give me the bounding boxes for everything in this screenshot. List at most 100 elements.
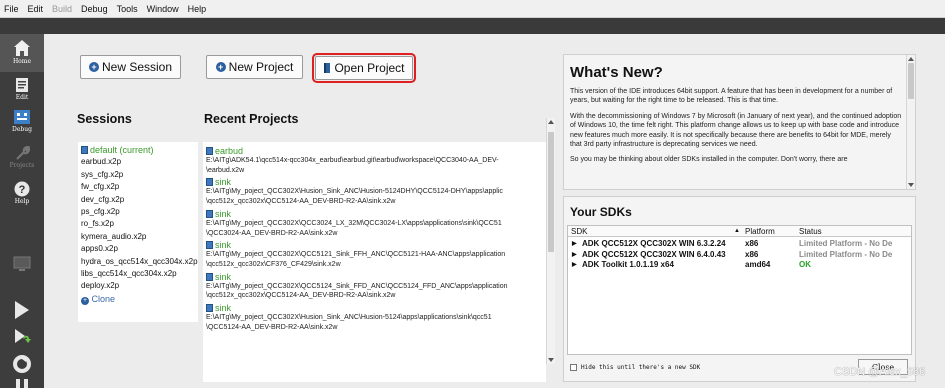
session-item[interactable]: dev_cfg.x2p [78,195,198,207]
recent-project-item[interactable]: sink E:\AITg\My_poject_QCC302X\QCC3024_L… [206,209,546,238]
whats-new-paragraph: So you may be thinking about older SDKs … [570,156,848,164]
extra-toolbar-button[interactable] [0,379,44,388]
sdk-platform: x86 [745,249,759,259]
mode-edit[interactable]: Edit [0,74,44,104]
expand-arrow-icon[interactable]: ▶ [572,251,577,258]
run-button[interactable] [0,300,44,322]
recent-project-path: E:\AITg\My_poject_QCC302X\Husion_Sink_AN… [206,188,503,196]
recent-project-name: sink [215,208,232,219]
mode-edit-label: Edit [15,94,29,101]
session-item[interactable]: libs_qcc514x_qcc304x.x2p [78,269,198,281]
session-item[interactable]: deploy.x2p [78,281,198,293]
col-platform[interactable]: Platform [745,227,775,236]
recent-project-item[interactable]: sink E:\AITg\My_poject_QCC302X\QCC5121_S… [206,240,546,269]
sdk-row[interactable]: ▶ ADK Toolkit 1.0.1.19 x64 amd64 OK [568,260,911,271]
open-project-button[interactable]: Open Project [312,53,416,83]
mode-debug[interactable]: Debug [0,106,44,136]
mode-help-label: Help [14,198,30,205]
recent-project-path: \QCC3024-AA_DEV-BRD-R2-AA\sink.x2w [206,229,338,237]
col-sdk[interactable]: SDK [571,227,587,236]
recent-projects-scrollbar[interactable] [546,118,555,364]
plus-icon: + [215,62,226,72]
sdk-table: SDK ▲ Platform Status ▶ ADK QCC512X QCC3… [567,225,912,355]
session-item[interactable]: ps_cfg.x2p [78,207,198,219]
recent-project-path: E:\AITg\ADK54.1\qcc514x-qcc304x_earbud\e… [206,157,499,164]
svg-text:?: ? [19,184,26,196]
pause-icon [16,379,28,388]
sdk-row[interactable]: ▶ ADK QCC512X QCC302X WIN 6.4.0.43 x86 L… [568,250,911,261]
recent-project-path: \QCC5124-AA_DEV-BRD-R2-AA\sink.x2w [206,323,338,331]
menu-edit[interactable]: Edit [28,4,44,14]
debug-run-icon [15,329,31,343]
monitor-icon [13,256,31,271]
mode-home[interactable]: Home [0,34,44,72]
whats-new-paragraph: This version of the IDE introduces 64bit… [570,88,893,105]
expand-arrow-icon[interactable]: ▶ [572,261,577,268]
sdk-name: ADK QCC512X QCC302X WIN 6.3.2.24 [582,239,726,248]
session-item[interactable]: apps0.x2p [78,244,198,256]
menu-debug[interactable]: Debug [81,4,108,14]
mode-debug-label: Debug [12,126,32,133]
mode-projects[interactable]: Projects [0,142,44,172]
expand-arrow-icon[interactable]: ▶ [572,240,577,247]
open-book-icon [324,63,331,73]
recent-projects-list: earbud E:\AITg\ADK54.1\qcc514x-qcc304x_e… [203,142,546,382]
sdk-platform: amd64 [745,260,771,269]
session-item[interactable]: earbud.x2p [78,157,198,169]
kit-selector[interactable] [0,256,44,276]
menu-tools[interactable]: Tools [117,4,138,14]
recent-project-path: \qcc512x_qcc302x\QCC5124-AA_DEV-BRD-R2-A… [206,292,396,300]
menu-window[interactable]: Window [147,4,179,14]
recent-project-name: sink [215,271,232,282]
sdk-row[interactable]: ▶ ADK QCC512X QCC302X WIN 6.3.2.24 x86 L… [568,239,911,250]
recent-project-name: sink [215,240,232,251]
sdk-table-header: SDK ▲ Platform Status [568,226,911,237]
sdk-name: ADK QCC512X QCC302X WIN 6.4.0.43 [582,249,726,259]
session-item[interactable]: fw_cfg.x2p [78,182,198,194]
toolbar-strip [0,18,945,34]
sessions-heading: Sessions [77,112,132,126]
clone-icon: + [81,296,89,305]
open-project-label: Open Project [334,61,405,75]
sdk-name: ADK Toolkit 1.0.1.19 x64 [582,260,674,269]
project-icon [206,304,213,313]
new-project-label: New Project [228,60,294,74]
clone-session-link[interactable]: + Clone [78,294,198,306]
recent-project-item[interactable]: sink E:\AITg\My_poject_QCC302X\Husion_Si… [206,303,546,332]
col-status[interactable]: Status [799,227,822,236]
mode-help[interactable]: ? Help [0,178,44,208]
recent-project-path: E:\AITg\My_poject_QCC302X\QCC5121_Sink_F… [206,251,506,259]
session-item[interactable]: kymera_audio.x2p [78,232,198,244]
project-icon [206,209,213,218]
recent-project-item[interactable]: sink E:\AITg\My_poject_QCC302X\QCC5124_S… [206,272,546,301]
debug-icon [14,110,30,124]
new-session-button[interactable]: + New Session [80,55,181,79]
recent-projects-heading: Recent Projects [204,112,299,126]
session-item[interactable]: ro_fs.x2p [78,219,198,231]
whats-new-scrollbar[interactable] [906,55,915,189]
edit-doc-icon [16,78,28,92]
hide-sdk-checkbox[interactable] [570,364,577,371]
recent-project-item[interactable]: sink E:\AITg\My_poject_QCC302X\Husion_Si… [206,177,546,206]
session-item[interactable]: hydra_os_qcc514x_qcc304x.x2p [78,257,198,269]
project-icon [206,147,213,155]
sessions-list: default (current) earbud.x2p sys_cfg.x2p… [78,142,198,322]
hide-sdk-checkbox-row[interactable]: Hide this until there's a new SDK [570,364,700,371]
sdk-status: Limited Platform - No De [799,249,893,259]
scroll-thumb[interactable] [908,63,914,99]
new-project-button[interactable]: + New Project [206,55,303,79]
mode-sidebar: Home Edit Debug Projects ? Help [0,34,44,388]
recent-project-path: \earbud.x2w [206,166,245,174]
plus-icon: + [88,62,99,72]
build-button[interactable] [0,354,44,376]
play-icon [15,301,29,319]
menu-help[interactable]: Help [188,4,207,14]
session-item[interactable]: sys_cfg.x2p [78,170,198,182]
session-item-default[interactable]: default (current) [78,145,198,157]
menu-file[interactable]: File [4,4,19,14]
build-icon [13,355,31,373]
scroll-thumb[interactable] [548,132,554,252]
project-icon [206,241,213,250]
debug-run-button[interactable] [0,326,44,348]
recent-project-item[interactable]: earbud E:\AITg\ADK54.1\qcc514x-qcc304x_e… [206,146,546,175]
